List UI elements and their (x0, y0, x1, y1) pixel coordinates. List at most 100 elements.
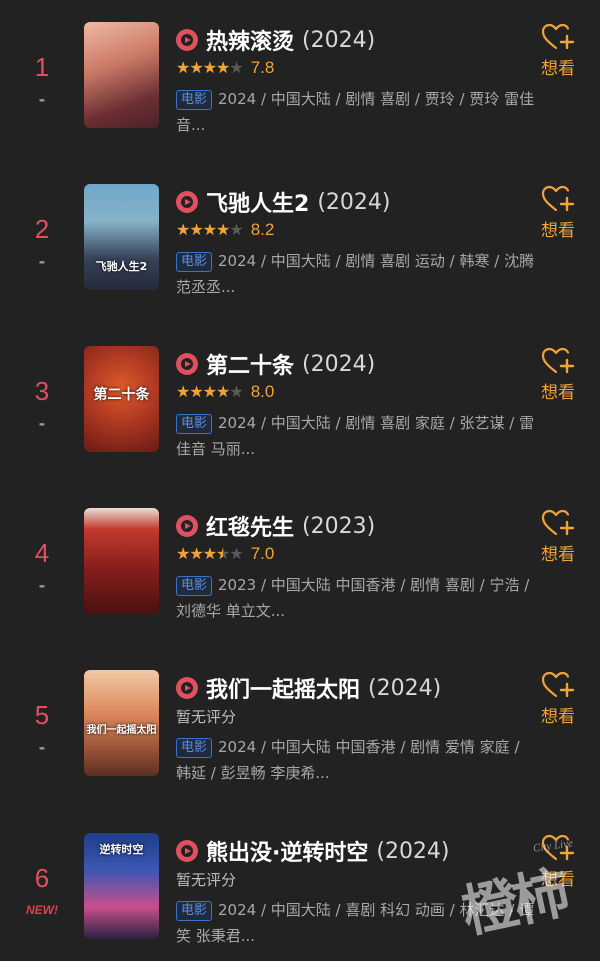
play-icon[interactable] (176, 353, 198, 375)
heart-plus-icon (541, 509, 575, 536)
movie-year: (2024) (317, 189, 391, 215)
want-to-watch-button[interactable]: 想看 (530, 833, 586, 890)
rating-score: 8.0 (250, 382, 275, 401)
want-to-watch-button[interactable]: 想看 (530, 346, 586, 403)
movie-title[interactable]: 热辣滚烫 (206, 24, 294, 56)
rank-number: 3 (34, 376, 50, 406)
movie-info: 电影 2024 / 中国大陆 / 剧情 喜剧 运动 / 韩寒 / 沈腾 范丞丞..… (176, 248, 536, 300)
rating-score: 7.8 (250, 58, 275, 77)
rating-row: ★★★★★★★★★★ 8.2 (176, 218, 274, 242)
title-row[interactable]: 第二十条 (2024) (176, 348, 375, 380)
no-rating-text: 暂无评分 (176, 870, 237, 889)
rank-number: 5 (34, 700, 50, 730)
movie-meta: 2024 / 中国大陆 / 剧情 喜剧 运动 / 韩寒 / 沈腾 范丞丞... (176, 252, 535, 296)
movie-info: 电影 2023 / 中国大陆 中国香港 / 剧情 喜剧 / 宁浩 / 刘德华 单立… (176, 572, 536, 624)
title-row[interactable]: 热辣滚烫 (2024) (176, 24, 375, 56)
rating-row: 暂无评分 (176, 867, 236, 891)
movie-info: 电影 2024 / 中国大陆 中国香港 / 剧情 爱情 家庭 / 韩延 / 彭昱畅… (176, 734, 536, 786)
movie-meta: 2023 / 中国大陆 中国香港 / 剧情 喜剧 / 宁浩 / 刘德华 单立文.… (176, 576, 530, 620)
rank-trend: - (38, 576, 46, 595)
rating-row: ★★★★★★★★★★ 7.0 (176, 542, 274, 566)
play-icon[interactable] (176, 677, 198, 699)
title-row[interactable]: 红毯先生 (2023) (176, 510, 375, 542)
type-badge: 电影 (176, 252, 213, 272)
new-badge: NEW! (26, 903, 58, 917)
title-row[interactable]: 我们一起摇太阳 (2024) (176, 672, 441, 704)
rank-trend: - (38, 252, 46, 271)
movie-meta: 2024 / 中国大陆 / 剧情 喜剧 / 贾玲 / 贾玲 雷佳音... (176, 90, 535, 134)
movie-meta: 2024 / 中国大陆 / 剧情 喜剧 家庭 / 张艺谋 / 雷佳音 马丽... (176, 414, 535, 458)
play-icon[interactable] (176, 515, 198, 537)
list-item[interactable]: 6 NEW! 逆转时空 熊出没·逆转时空 (2024) 暂无评分 电影 2024 … (0, 831, 600, 961)
movie-title[interactable]: 熊出没·逆转时空 (206, 835, 368, 867)
movie-meta: 2024 / 中国大陆 / 喜剧 科幻 动画 / 林汇达 / 谭笑 张秉君... (176, 901, 535, 945)
movie-ranking-list: 1 - 热辣滚烫 (2024) ★★★★★★★★★★ 7.8 电影2024 / … (0, 0, 600, 961)
title-row[interactable]: 熊出没·逆转时空 (2024) (176, 835, 450, 867)
rating-row: ★★★★★★★★★★ 7.8 (176, 56, 274, 80)
rank-trend: - (38, 738, 46, 757)
want-label: 想看 (541, 383, 575, 403)
star-rating: ★★★★★★★★★★ (176, 544, 244, 563)
play-icon[interactable] (176, 29, 198, 51)
movie-title[interactable]: 飞驰人生2 (206, 186, 309, 218)
type-badge: 电影 (176, 576, 213, 596)
rank-number: 4 (34, 538, 50, 568)
movie-title[interactable]: 红毯先生 (206, 510, 294, 542)
movie-poster[interactable]: 逆转时空 (84, 833, 159, 939)
rating-score: 7.0 (250, 544, 275, 563)
list-item[interactable]: 4 - 红毯先生 (2023) ★★★★★★★★★★ 7.0 电影2023 / … (0, 506, 600, 656)
rating-row: ★★★★★★★★★★ 8.0 (176, 380, 274, 404)
type-badge: 电影 (176, 738, 213, 758)
movie-year: (2024) (302, 351, 376, 377)
want-label: 想看 (541, 59, 575, 79)
type-badge: 电影 (176, 90, 213, 110)
rank-trend: - (38, 414, 46, 433)
type-badge: 电影 (176, 901, 213, 921)
movie-year: (2024) (302, 27, 376, 53)
rank-trend: - (38, 90, 46, 109)
want-label: 想看 (541, 707, 575, 727)
rating-row: 暂无评分 (176, 704, 236, 728)
list-item[interactable]: 2 - 飞驰人生2 飞驰人生2 (2024) ★★★★★★★★★★ 8.2 电影… (0, 182, 600, 332)
want-to-watch-button[interactable]: 想看 (530, 22, 586, 79)
movie-info: 电影 2024 / 中国大陆 / 剧情 喜剧 / 贾玲 / 贾玲 雷佳音... (176, 86, 536, 138)
type-badge: 电影 (176, 414, 213, 434)
want-label: 想看 (541, 221, 575, 241)
movie-poster[interactable]: 我们一起摇太阳 (84, 670, 159, 776)
play-icon[interactable] (176, 840, 198, 862)
list-item[interactable]: 5 - 我们一起摇太阳 我们一起摇太阳 (2024) 暂无评分 电影 2024 /… (0, 668, 600, 818)
star-rating: ★★★★★★★★★★ (176, 382, 244, 401)
movie-info: 电影 2024 / 中国大陆 / 喜剧 科幻 动画 / 林汇达 / 谭笑 张秉君.… (176, 897, 536, 949)
poster-title: 第二十条 (93, 387, 150, 403)
movie-title[interactable]: 我们一起摇太阳 (206, 672, 360, 704)
want-label: 想看 (541, 870, 575, 890)
heart-plus-icon (541, 185, 575, 212)
star-rating: ★★★★★★★★★★ (176, 220, 244, 239)
star-rating: ★★★★★★★★★★ (176, 58, 244, 77)
movie-poster[interactable] (84, 508, 159, 614)
movie-year: (2024) (368, 675, 442, 701)
want-to-watch-button[interactable]: 想看 (530, 184, 586, 241)
rank-number: 1 (34, 52, 50, 82)
rank-number: 2 (34, 214, 50, 244)
movie-year: (2024) (376, 838, 450, 864)
rank-number: 6 (34, 863, 50, 893)
list-item[interactable]: 3 - 第二十条 第二十条 (2024) ★★★★★★★★★★ 8.0 电影20… (0, 344, 600, 494)
movie-year: (2023) (302, 513, 376, 539)
play-icon[interactable] (176, 191, 198, 213)
heart-plus-icon (541, 347, 575, 374)
movie-poster[interactable]: 飞驰人生2 (84, 184, 159, 290)
want-label: 想看 (541, 545, 575, 565)
movie-info: 电影 2024 / 中国大陆 / 剧情 喜剧 家庭 / 张艺谋 / 雷佳音 马丽.… (176, 410, 536, 462)
poster-title: 我们一起摇太阳 (86, 725, 157, 736)
movie-poster[interactable]: 第二十条 (84, 346, 159, 452)
want-to-watch-button[interactable]: 想看 (530, 508, 586, 565)
list-item[interactable]: 1 - 热辣滚烫 (2024) ★★★★★★★★★★ 7.8 电影2024 / … (0, 20, 600, 170)
movie-title[interactable]: 第二十条 (206, 348, 294, 380)
heart-plus-icon (541, 834, 575, 861)
movie-poster[interactable] (84, 22, 159, 128)
want-to-watch-button[interactable]: 想看 (530, 670, 586, 727)
heart-plus-icon (541, 671, 575, 698)
title-row[interactable]: 飞驰人生2 (2024) (176, 186, 390, 218)
poster-title: 逆转时空 (99, 843, 144, 856)
